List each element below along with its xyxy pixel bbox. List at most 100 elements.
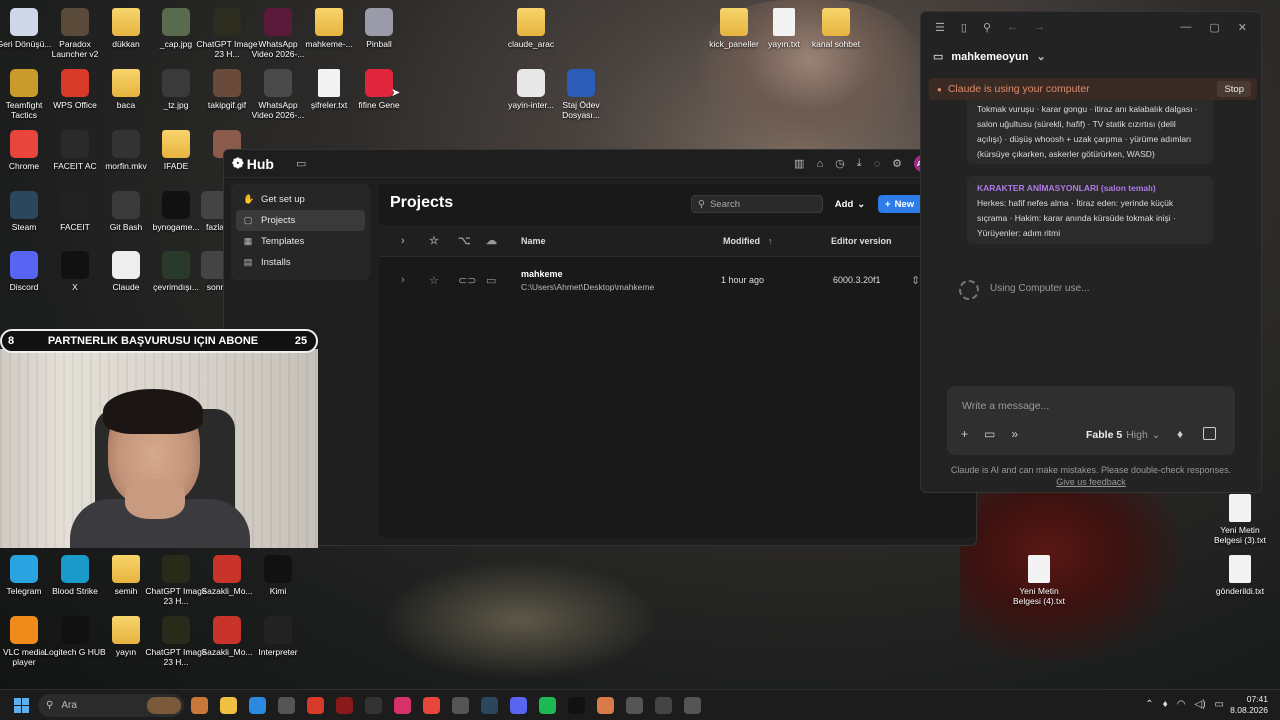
hub-logo-text: Hub <box>246 155 274 172</box>
x-icon[interactable] <box>568 697 585 714</box>
spotify-icon[interactable] <box>539 697 556 714</box>
desktop-icon[interactable]: Interpreter <box>247 616 309 657</box>
steam-icon <box>10 191 38 219</box>
discord-icon <box>10 251 38 279</box>
discord-icon[interactable] <box>510 697 527 714</box>
desktop-icon[interactable]: kanal sohbet <box>805 8 867 49</box>
maximize-icon[interactable]: ▢ <box>1209 21 1219 34</box>
chevron-up-icon[interactable]: ⌃ <box>1145 699 1153 710</box>
forward-icon[interactable]: → <box>1034 21 1045 33</box>
file-explorer-icon[interactable] <box>220 697 237 714</box>
project-name[interactable]: mahkeme <box>521 269 563 279</box>
notifications-off-icon[interactable]: ◌ <box>874 158 881 170</box>
search-icon[interactable]: ⚲ <box>983 21 991 34</box>
chrome-icon <box>10 130 38 158</box>
link-icon[interactable]: ⊂⊃ <box>458 261 476 299</box>
sidebar-icon[interactable]: ▯ <box>961 21 967 34</box>
add-button[interactable]: Add ⌄ <box>829 195 871 213</box>
app-gear-icon[interactable] <box>684 697 701 714</box>
recycle-bin-icon <box>10 8 38 36</box>
history-icon[interactable]: ◷ <box>835 157 845 170</box>
sidebar-item-get-set-up[interactable]: ✋ Get set up <box>236 189 365 210</box>
stop-square-icon[interactable] <box>1203 427 1216 440</box>
taskbar: ⚲ Ara ⌃ ♦ ◠ ◁) ▭ 07:41 8.08.2026 <box>0 689 1280 720</box>
desktop-icon[interactable]: Staj Ödev Dosyası... <box>550 69 612 120</box>
chrome-icon[interactable] <box>423 697 440 714</box>
instagram-icon[interactable] <box>394 697 411 714</box>
unity-icon[interactable] <box>655 697 672 714</box>
back-icon[interactable]: ← <box>1007 21 1018 33</box>
weather-icon[interactable] <box>191 697 208 714</box>
stop-button[interactable]: Stop <box>1217 81 1251 97</box>
desktop-icon-label: Sazakli_Mo... <box>201 586 253 596</box>
plus-icon[interactable]: + <box>961 427 968 441</box>
skip-forward-icon[interactable]: » <box>1011 427 1018 441</box>
project-selector[interactable]: ▭ mahkemeoyun ⌄ <box>933 50 1046 64</box>
menu-icon[interactable]: ☰ <box>935 21 945 34</box>
favorite-column-icon[interactable]: ☆ <box>429 225 439 256</box>
expand-all-icon[interactable]: › <box>401 225 405 256</box>
sidebar-item-templates[interactable]: ▦ Templates <box>236 231 365 252</box>
desktop-icon[interactable]: Yeni Metin Belgesi (4).txt <box>1008 555 1070 606</box>
model-selector[interactable]: Fable 5 High ⌄ <box>1086 429 1161 441</box>
desktop-icon-label: mahkeme-... <box>305 39 353 49</box>
logitech-icon <box>61 616 89 644</box>
edge-icon[interactable] <box>249 697 266 714</box>
learn-icon[interactable]: ▥ <box>794 157 804 170</box>
graduation-icon[interactable]: ⌂ <box>816 158 823 170</box>
battery-icon[interactable]: ▭ <box>1215 699 1224 710</box>
wifi-icon[interactable]: ◠ <box>1177 699 1186 710</box>
cloud-column-icon[interactable]: ☁ <box>486 225 497 256</box>
app-gray-icon[interactable] <box>452 697 469 714</box>
desktop-icon-label: takipgif.gif <box>207 100 247 110</box>
app-dark-red-icon[interactable] <box>336 697 353 714</box>
desktop-icon[interactable]: Kimi <box>247 555 309 596</box>
microphone-icon[interactable]: ♦ <box>1177 427 1183 441</box>
claude-icon[interactable] <box>597 697 614 714</box>
desktop-icon[interactable]: claude_arac <box>500 8 562 49</box>
claude-window: ☰ ▯ ⚲ ← → — ▢ ✕ ▭ mahkemeoyun ⌄ ● Claude is… <box>920 11 1262 493</box>
device-icon: ▭ <box>486 274 497 287</box>
desktop-icon[interactable]: Yeni Metin Belgesi (3).txt <box>1209 494 1271 545</box>
folder-icon[interactable]: ▭ <box>984 427 995 441</box>
windows-start-icon[interactable] <box>14 698 29 713</box>
download-icon[interactable]: ⤓ <box>857 157 862 170</box>
desktop-icon[interactable]: fifine Gene <box>348 69 410 110</box>
volume-icon[interactable]: ◁) <box>1195 699 1206 710</box>
minimize-icon[interactable]: — <box>1180 21 1191 34</box>
branch-column-icon[interactable]: ⌥ <box>458 225 471 256</box>
sidebar-item-projects[interactable]: ▢ Projects <box>236 210 365 231</box>
column-modified[interactable]: Modified ↑ <box>723 225 773 256</box>
desktop-icon-label: _tz.jpg <box>163 100 189 110</box>
status-dot-icon: ● <box>937 84 942 94</box>
steam-icon[interactable] <box>481 697 498 714</box>
message-input[interactable]: Write a message... + ▭ » Fable 5 High ⌄ ♦ <box>947 386 1235 455</box>
close-icon[interactable]: ✕ <box>1238 21 1247 34</box>
new-label: New <box>894 198 915 210</box>
compass-icon[interactable] <box>626 697 643 714</box>
folder-icon <box>162 130 190 158</box>
desktop-icon[interactable]: gönderildi.txt <box>1209 555 1271 596</box>
claude-topbar: ☰ ▯ ⚲ ← → — ▢ ✕ <box>921 12 1261 42</box>
favorite-star-icon[interactable]: ☆ <box>429 261 439 299</box>
expand-row-icon[interactable]: › <box>401 261 405 299</box>
editor-version-select-icon[interactable]: ⇕ <box>911 261 920 299</box>
column-editor-version[interactable]: Editor version <box>831 225 892 256</box>
sidebar-item-installs[interactable]: ▤ Installs <box>236 252 365 273</box>
sidebar-toggle-icon[interactable]: ▭ <box>296 157 306 170</box>
feedback-link[interactable]: Give us feedback <box>921 476 1261 488</box>
taskbar-clock[interactable]: 07:41 8.08.2026 <box>1230 694 1268 716</box>
app-red-icon[interactable] <box>307 697 324 714</box>
column-name[interactable]: Name <box>521 225 546 256</box>
wallpaper-glow <box>380 560 660 680</box>
pdf-icon <box>213 616 241 644</box>
settings-icon[interactable]: ⚙ <box>892 157 902 170</box>
desktop-icon[interactable]: Pinball <box>348 8 410 49</box>
taskbar-search[interactable]: ⚲ Ara <box>38 694 184 717</box>
table-row[interactable]: › ☆ ⊂⊃ ▭ mahkeme C:\Users\Ahmet\Desktop\… <box>379 261 976 299</box>
microphone-icon[interactable]: ♦ <box>1163 699 1168 710</box>
chatgpt-icon[interactable] <box>365 697 382 714</box>
speedometer-icon[interactable] <box>278 697 295 714</box>
desktop-icon-label: Pinball <box>366 39 392 49</box>
search-input[interactable]: ⚲ Search <box>691 195 823 213</box>
